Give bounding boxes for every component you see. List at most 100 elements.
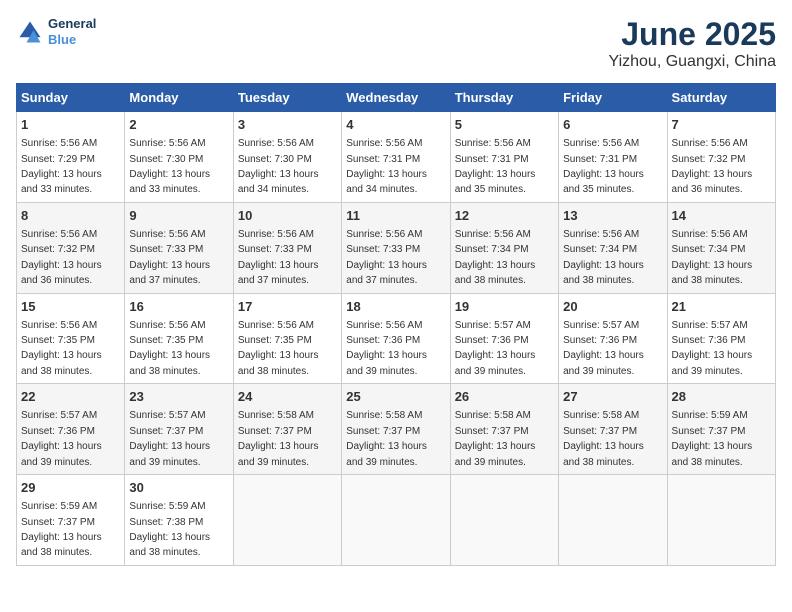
day-sunrise: Sunrise: 5:56 AM — [563, 138, 639, 149]
day-daylight: Daylight: 13 hours and 39 minutes. — [129, 441, 210, 467]
day-number: 4 — [346, 116, 445, 134]
logo-line1: General — [48, 16, 96, 32]
day-sunset: Sunset: 7:38 PM — [129, 517, 203, 528]
day-sunrise: Sunrise: 5:56 AM — [346, 229, 422, 240]
day-sunrise: Sunrise: 5:56 AM — [21, 320, 97, 331]
day-sunset: Sunset: 7:37 PM — [672, 426, 746, 437]
day-daylight: Daylight: 13 hours and 37 minutes. — [129, 260, 210, 286]
calendar-day: 18 Sunrise: 5:56 AM Sunset: 7:36 PM Dayl… — [342, 293, 450, 384]
day-number: 28 — [672, 388, 771, 406]
day-sunrise: Sunrise: 5:56 AM — [21, 138, 97, 149]
day-sunrise: Sunrise: 5:56 AM — [672, 229, 748, 240]
calendar-day: 5 Sunrise: 5:56 AM Sunset: 7:31 PM Dayli… — [450, 112, 558, 203]
calendar-day: 19 Sunrise: 5:57 AM Sunset: 7:36 PM Dayl… — [450, 293, 558, 384]
day-number: 22 — [21, 388, 120, 406]
day-number: 23 — [129, 388, 228, 406]
day-sunrise: Sunrise: 5:56 AM — [346, 320, 422, 331]
calendar-day: 2 Sunrise: 5:56 AM Sunset: 7:30 PM Dayli… — [125, 112, 233, 203]
calendar-day: 29 Sunrise: 5:59 AM Sunset: 7:37 PM Dayl… — [17, 475, 125, 566]
day-number: 30 — [129, 479, 228, 497]
day-daylight: Daylight: 13 hours and 39 minutes. — [346, 350, 427, 376]
calendar-day: 9 Sunrise: 5:56 AM Sunset: 7:33 PM Dayli… — [125, 202, 233, 293]
header-friday: Friday — [559, 84, 667, 112]
day-sunrise: Sunrise: 5:59 AM — [672, 410, 748, 421]
day-sunset: Sunset: 7:34 PM — [563, 244, 637, 255]
calendar-day: 4 Sunrise: 5:56 AM Sunset: 7:31 PM Dayli… — [342, 112, 450, 203]
day-daylight: Daylight: 13 hours and 38 minutes. — [129, 532, 210, 558]
day-sunrise: Sunrise: 5:58 AM — [563, 410, 639, 421]
calendar-day: 23 Sunrise: 5:57 AM Sunset: 7:37 PM Dayl… — [125, 384, 233, 475]
calendar-day: 10 Sunrise: 5:56 AM Sunset: 7:33 PM Dayl… — [233, 202, 341, 293]
day-daylight: Daylight: 13 hours and 34 minutes. — [346, 169, 427, 195]
day-sunset: Sunset: 7:33 PM — [129, 244, 203, 255]
header-thursday: Thursday — [450, 84, 558, 112]
day-sunset: Sunset: 7:31 PM — [346, 154, 420, 165]
day-sunrise: Sunrise: 5:59 AM — [21, 501, 97, 512]
calendar-week-row: 1 Sunrise: 5:56 AM Sunset: 7:29 PM Dayli… — [17, 112, 776, 203]
day-number: 5 — [455, 116, 554, 134]
calendar-subtitle: Yizhou, Guangxi, China — [608, 53, 776, 71]
day-number: 10 — [238, 207, 337, 225]
day-daylight: Daylight: 13 hours and 38 minutes. — [21, 532, 102, 558]
day-number: 12 — [455, 207, 554, 225]
day-number: 7 — [672, 116, 771, 134]
calendar-day: 11 Sunrise: 5:56 AM Sunset: 7:33 PM Dayl… — [342, 202, 450, 293]
calendar-day: 26 Sunrise: 5:58 AM Sunset: 7:37 PM Dayl… — [450, 384, 558, 475]
day-sunrise: Sunrise: 5:56 AM — [129, 229, 205, 240]
header-tuesday: Tuesday — [233, 84, 341, 112]
day-sunrise: Sunrise: 5:56 AM — [238, 138, 314, 149]
calendar-title: June 2025 — [608, 16, 776, 53]
calendar-week-row: 8 Sunrise: 5:56 AM Sunset: 7:32 PM Dayli… — [17, 202, 776, 293]
day-sunset: Sunset: 7:37 PM — [21, 517, 95, 528]
calendar-day: 24 Sunrise: 5:58 AM Sunset: 7:37 PM Dayl… — [233, 384, 341, 475]
day-sunset: Sunset: 7:35 PM — [129, 335, 203, 346]
header-wednesday: Wednesday — [342, 84, 450, 112]
day-sunrise: Sunrise: 5:59 AM — [129, 501, 205, 512]
calendar-day — [450, 475, 558, 566]
day-daylight: Daylight: 13 hours and 39 minutes. — [455, 441, 536, 467]
calendar-day: 30 Sunrise: 5:59 AM Sunset: 7:38 PM Dayl… — [125, 475, 233, 566]
day-daylight: Daylight: 13 hours and 33 minutes. — [21, 169, 102, 195]
day-daylight: Daylight: 13 hours and 33 minutes. — [129, 169, 210, 195]
day-sunrise: Sunrise: 5:57 AM — [563, 320, 639, 331]
day-number: 14 — [672, 207, 771, 225]
calendar-day: 15 Sunrise: 5:56 AM Sunset: 7:35 PM Dayl… — [17, 293, 125, 384]
day-daylight: Daylight: 13 hours and 38 minutes. — [238, 350, 319, 376]
calendar-day — [559, 475, 667, 566]
calendar-day: 21 Sunrise: 5:57 AM Sunset: 7:36 PM Dayl… — [667, 293, 775, 384]
day-daylight: Daylight: 13 hours and 38 minutes. — [129, 350, 210, 376]
calendar-day — [342, 475, 450, 566]
day-sunset: Sunset: 7:32 PM — [21, 244, 95, 255]
day-sunset: Sunset: 7:37 PM — [346, 426, 420, 437]
day-number: 3 — [238, 116, 337, 134]
day-daylight: Daylight: 13 hours and 38 minutes. — [672, 441, 753, 467]
day-sunrise: Sunrise: 5:57 AM — [129, 410, 205, 421]
calendar-day: 7 Sunrise: 5:56 AM Sunset: 7:32 PM Dayli… — [667, 112, 775, 203]
day-sunset: Sunset: 7:34 PM — [455, 244, 529, 255]
day-daylight: Daylight: 13 hours and 38 minutes. — [455, 260, 536, 286]
day-sunset: Sunset: 7:36 PM — [455, 335, 529, 346]
day-sunset: Sunset: 7:37 PM — [129, 426, 203, 437]
logo-text: General Blue — [48, 16, 96, 47]
day-sunset: Sunset: 7:36 PM — [346, 335, 420, 346]
day-sunrise: Sunrise: 5:56 AM — [563, 229, 639, 240]
calendar-day: 6 Sunrise: 5:56 AM Sunset: 7:31 PM Dayli… — [559, 112, 667, 203]
day-sunset: Sunset: 7:36 PM — [563, 335, 637, 346]
day-number: 2 — [129, 116, 228, 134]
logo-icon — [16, 18, 44, 46]
day-daylight: Daylight: 13 hours and 38 minutes. — [563, 441, 644, 467]
day-sunset: Sunset: 7:35 PM — [21, 335, 95, 346]
day-sunrise: Sunrise: 5:56 AM — [672, 138, 748, 149]
day-sunset: Sunset: 7:37 PM — [238, 426, 312, 437]
day-sunrise: Sunrise: 5:58 AM — [346, 410, 422, 421]
day-sunset: Sunset: 7:35 PM — [238, 335, 312, 346]
header-monday: Monday — [125, 84, 233, 112]
calendar-day — [667, 475, 775, 566]
day-sunrise: Sunrise: 5:56 AM — [346, 138, 422, 149]
day-sunset: Sunset: 7:34 PM — [672, 244, 746, 255]
calendar-day: 20 Sunrise: 5:57 AM Sunset: 7:36 PM Dayl… — [559, 293, 667, 384]
day-sunset: Sunset: 7:32 PM — [672, 154, 746, 165]
day-daylight: Daylight: 13 hours and 35 minutes. — [563, 169, 644, 195]
day-sunrise: Sunrise: 5:57 AM — [455, 320, 531, 331]
day-number: 26 — [455, 388, 554, 406]
